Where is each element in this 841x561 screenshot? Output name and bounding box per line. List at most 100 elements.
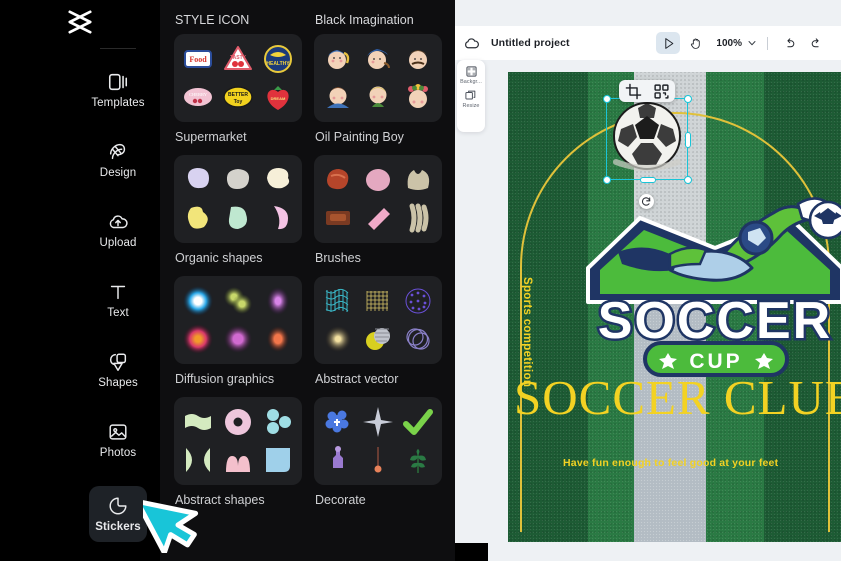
category-thumbnail-card[interactable] — [174, 155, 302, 243]
soccer-cup-badge[interactable]: SOCCER — [570, 190, 841, 365]
tasty-label-sticker-icon: TASTY — [224, 46, 252, 70]
selection-bounding-box[interactable] — [602, 94, 692, 184]
select-tool-button[interactable] — [656, 32, 681, 54]
sticker-category-abstract-vector: Abstract vector — [314, 276, 442, 397]
sidebar-item-upload[interactable]: Upload — [89, 202, 147, 258]
rail-divider — [100, 48, 136, 49]
plant-sprig-icon — [410, 449, 426, 473]
better-toy-label-sticker-icon: BETTER Toy — [223, 86, 253, 108]
redo-icon — [811, 37, 819, 47]
brush-stroke-pink-diagonal-icon — [368, 208, 390, 230]
object-context-toolbar — [619, 80, 675, 102]
sidebar-item-label: Upload — [99, 237, 137, 249]
sidebar-item-templates[interactable]: Templates — [89, 62, 147, 118]
category-label: Brushes — [315, 251, 361, 265]
undo-icon — [786, 37, 794, 47]
editor-tool-cluster: 100% — [656, 32, 828, 54]
category-thumbnail-card[interactable] — [174, 397, 302, 485]
vector-mesh-grid-icon — [366, 291, 388, 311]
abstract-wave-bar-icon — [185, 414, 211, 430]
sticker-category-grid: STYLE ICON Food TASTY HEALTHY CHERRY BET… — [160, 0, 455, 518]
resize-handle-right[interactable] — [684, 132, 691, 148]
editor-topbar: Untitled project 100% — [455, 26, 841, 60]
sidebar-item-shapes[interactable]: Shapes — [89, 342, 147, 398]
poster-tagline[interactable]: Have fun enough to feel good at your fee… — [563, 457, 841, 469]
organic-blob-mint-icon — [228, 206, 247, 229]
chevron-down-icon[interactable] — [746, 37, 758, 49]
pendulum-icon — [374, 447, 382, 473]
sticker-category-decorate: Decorate — [314, 397, 442, 518]
vector-dotted-sphere-icon — [325, 326, 351, 352]
sidebar-item-label: Design — [99, 167, 137, 179]
resize-handle-top-left[interactable] — [602, 94, 611, 103]
design-icon — [109, 143, 126, 160]
diffusion-magenta-circle-icon — [224, 325, 252, 353]
zoom-level-value[interactable]: 100% — [716, 38, 742, 49]
hand-tool-button[interactable] — [683, 32, 707, 54]
category-label: Diffusion graphics — [175, 372, 275, 386]
sidebar-item-label: Text — [107, 307, 129, 319]
app-logo[interactable] — [0, 8, 160, 36]
background-tool-button[interactable]: Backgr... — [460, 65, 482, 85]
diffusion-purple-blob-icon — [267, 287, 289, 315]
capcut-logo-icon — [68, 10, 92, 34]
text-icon — [110, 285, 126, 300]
diffusion-olive-circles-icon — [224, 287, 252, 314]
diffusion-blue-ring-icon — [183, 286, 213, 316]
poster-title[interactable]: SOCCER CLUB — [514, 372, 841, 424]
cloud-save-icon[interactable] — [463, 35, 480, 52]
four-point-star-icon — [363, 407, 393, 437]
background-tool-label: Backgr... — [460, 79, 482, 85]
sidebar-item-label: Stickers — [95, 521, 141, 533]
sidebar-item-design[interactable]: Design — [89, 132, 147, 188]
vector-wave-grid-icon — [325, 288, 349, 312]
category-thumbnail-card[interactable] — [314, 397, 442, 485]
resize-handle-bottom-right[interactable] — [683, 175, 692, 184]
organic-blob-lavender-icon — [187, 168, 209, 189]
category-label: Organic shapes — [175, 251, 263, 265]
category-label: Oil Painting Boy — [315, 130, 404, 144]
blue-flower-icon — [325, 410, 349, 433]
left-nav-rail: Templates Design Upload Text Shapes Phot… — [0, 0, 160, 561]
category-thumbnail-card[interactable] — [314, 155, 442, 243]
resize-frame-icon — [465, 90, 476, 100]
organic-blob-yellow-icon — [187, 206, 208, 229]
resize-handle-bottom[interactable] — [640, 176, 656, 183]
resize-tool-button[interactable]: Resize — [462, 89, 479, 109]
green-checkmark-icon — [403, 409, 433, 435]
sidebar-item-label: Photos — [99, 447, 137, 459]
boy-with-pipe-sticker-icon — [367, 49, 390, 69]
svg-text:BETTER: BETTER — [228, 92, 248, 98]
sidebar-item-text[interactable]: Text — [89, 272, 147, 328]
category-thumbnail-card[interactable] — [174, 276, 302, 364]
category-thumbnail-card[interactable] — [314, 34, 442, 122]
canvas-side-toolbar: Backgr... Resize — [457, 60, 485, 132]
crop-icon[interactable] — [625, 83, 642, 100]
redo-button[interactable] — [804, 32, 828, 54]
background-checker-icon — [465, 66, 477, 77]
girl-blue-dress-sticker-icon — [327, 87, 349, 108]
toolbar-divider — [767, 36, 768, 50]
remove-background-icon[interactable] — [653, 83, 670, 100]
healthy-food-label-sticker-icon: HEALTHY — [264, 45, 292, 73]
sidebar-item-photos[interactable]: Photos — [89, 412, 147, 468]
undo-button[interactable] — [777, 32, 801, 54]
project-title[interactable]: Untitled project — [491, 37, 570, 49]
design-canvas[interactable]: Sports competition SOCCER CUP SOCCER CLU… — [508, 72, 841, 542]
resize-handle-bottom-left[interactable] — [602, 175, 611, 184]
abstract-rounded-square-icon — [266, 448, 290, 472]
category-label: Decorate — [315, 493, 366, 507]
organic-blob-pink-icon — [274, 206, 288, 230]
category-thumbnail-card[interactable]: Food TASTY HEALTHY CHERRY BETTER Toy DRE… — [174, 34, 302, 122]
diffusion-orange-ring-icon — [183, 324, 213, 354]
brush-smear-dark-icon — [326, 211, 350, 225]
svg-text:HEALTHY: HEALTHY — [266, 61, 290, 67]
strawberry-label-sticker-icon: DREAM — [267, 86, 289, 110]
resize-handle-top-right[interactable] — [683, 94, 692, 103]
sidebar-item-stickers[interactable]: Stickers — [89, 486, 147, 542]
sidebar-item-label: Shapes — [98, 377, 138, 389]
rotate-handle[interactable] — [639, 194, 654, 209]
svg-text:DREAM: DREAM — [271, 96, 286, 101]
category-thumbnail-card[interactable] — [314, 276, 442, 364]
editor-area: Untitled project 100% Backgr... Resize S… — [455, 0, 841, 561]
